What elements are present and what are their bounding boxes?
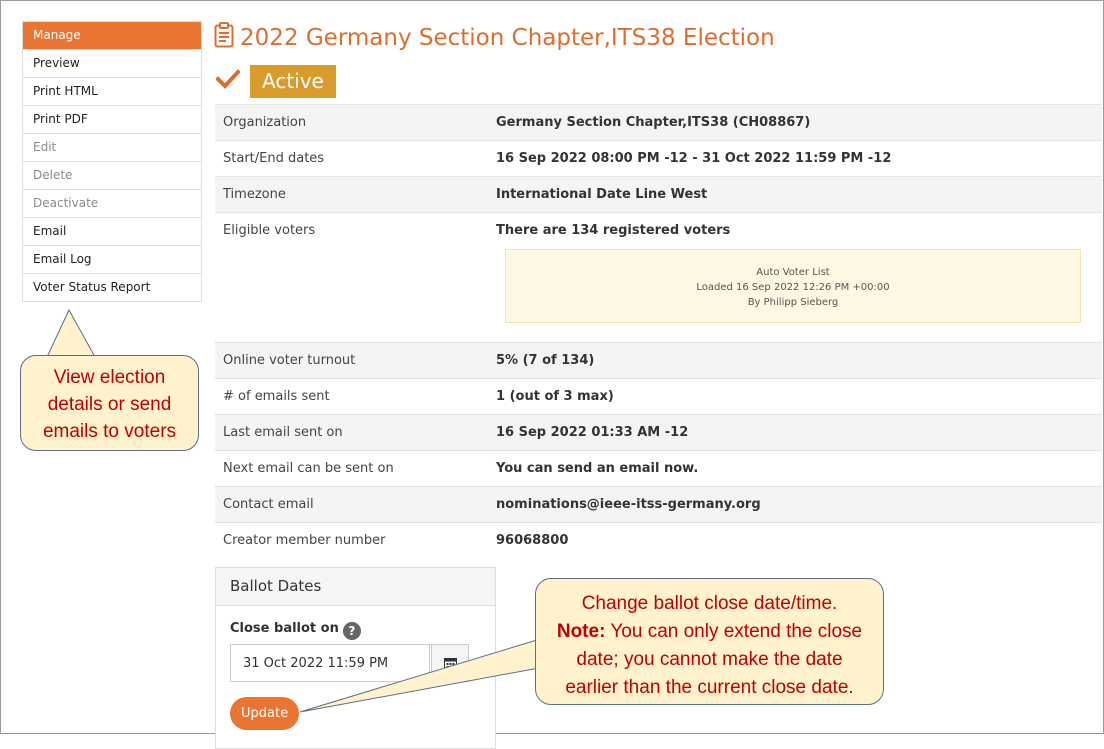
callout-line: Note: You can only extend the close bbox=[536, 618, 883, 646]
callout-line: earlier than the current close date. bbox=[565, 677, 854, 698]
callout-note-label: Note: bbox=[556, 621, 606, 642]
callout-line: View election bbox=[53, 367, 166, 388]
callout-note-text: You can only extend the close bbox=[605, 621, 863, 642]
callout-line: Change ballot close date/time. bbox=[581, 593, 838, 614]
callout-view-details: View election details or send emails to … bbox=[20, 355, 199, 451]
callout-left-pointer bbox=[46, 308, 96, 358]
callout-line: date; you cannot make the date bbox=[576, 649, 843, 670]
callout-right-pointer bbox=[299, 635, 551, 713]
callout-line: details or send bbox=[47, 394, 172, 415]
callout-line: emails to voters bbox=[42, 421, 177, 442]
callout-change-close-date: Change ballot close date/time. Note: You… bbox=[535, 578, 884, 705]
